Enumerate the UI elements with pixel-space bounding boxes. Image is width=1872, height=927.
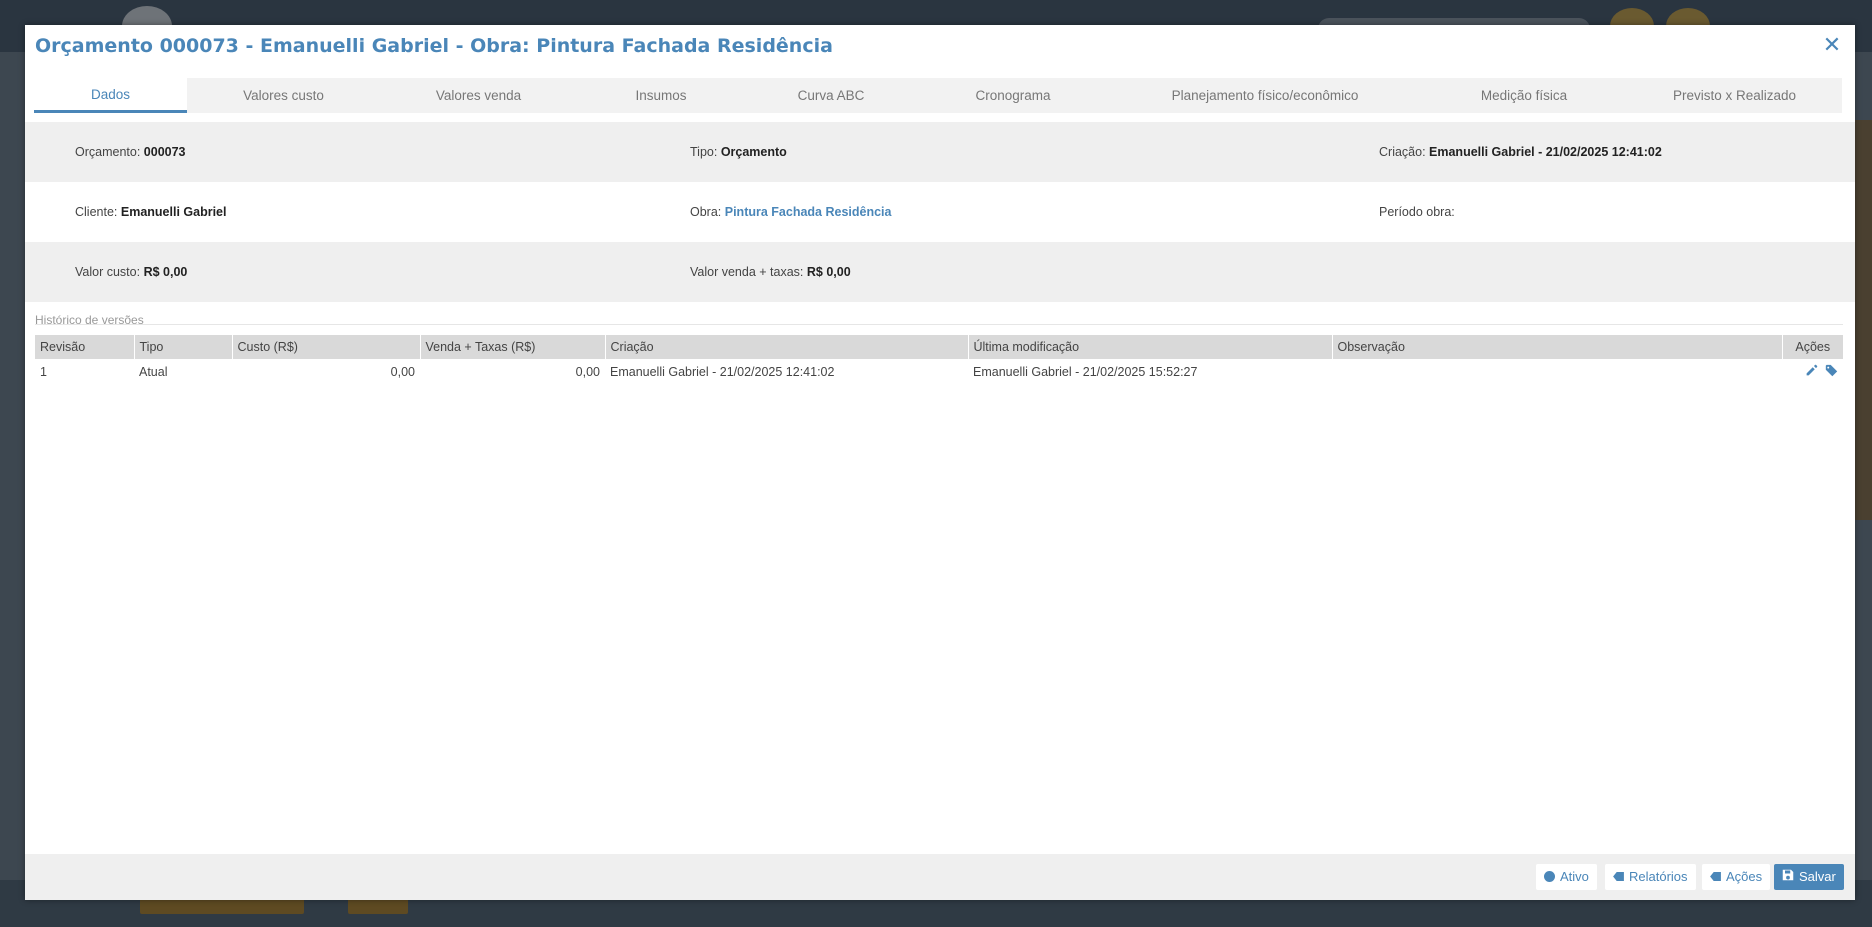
tab-insumos[interactable]: Insumos (577, 78, 745, 113)
circle-icon (1544, 871, 1555, 882)
modal-title: Orçamento 000073 - Emanuelli Gabriel - O… (35, 35, 833, 57)
column-header-custo[interactable]: Custo (R$) (232, 335, 421, 359)
info-label: Período obra: (1379, 205, 1455, 219)
close-icon[interactable]: ✕ (1821, 34, 1843, 56)
column-header-criacao[interactable]: Criação (605, 335, 969, 359)
info-row: Cliente: Emanuelli Gabriel Obra: Pintura… (25, 182, 1855, 242)
modal-header: Orçamento 000073 - Emanuelli Gabriel - O… (25, 25, 1855, 67)
tag-icon[interactable] (1825, 364, 1838, 380)
info-valor-custo: Valor custo: R$ 0,00 (75, 242, 187, 302)
column-header-ultima-modificacao[interactable]: Última modificação (968, 335, 1333, 359)
history-table: Revisão Tipo Custo (R$) Venda + Taxas (R… (35, 335, 1843, 385)
save-button[interactable]: Salvar (1774, 864, 1844, 890)
info-value: Orçamento (720, 145, 787, 159)
pencil-icon[interactable] (1805, 364, 1818, 380)
info-label: Orçamento: (75, 145, 141, 159)
tab-bar: Dados Valores custo Valores venda Insumo… (34, 78, 1842, 113)
tab-cronograma[interactable]: Cronograma (917, 78, 1109, 113)
background-side-strip (1852, 120, 1872, 520)
info-label: Valor custo: (75, 265, 141, 279)
info-panel: Orçamento: 000073 Tipo: Orçamento Criaçã… (25, 122, 1855, 302)
cell-acoes (1782, 359, 1843, 385)
column-header-venda[interactable]: Venda + Taxas (R$) (420, 335, 606, 359)
info-value: R$ 0,00 (806, 265, 851, 279)
table-row: 1 Atual 0,00 0,00 Emanuelli Gabriel - 21… (35, 359, 1843, 385)
actions-icon (1710, 864, 1721, 890)
tab-valores-custo[interactable]: Valores custo (187, 78, 380, 113)
save-label: Salvar (1799, 869, 1836, 884)
modal-footer: Ativo Relatórios Ações Salvar (25, 854, 1855, 900)
ativo-button[interactable]: Ativo (1536, 864, 1597, 890)
column-header-observacao[interactable]: Observação (1332, 335, 1783, 359)
info-valor-venda: Valor venda + taxas: R$ 0,00 (690, 242, 851, 302)
info-row: Valor custo: R$ 0,00 Valor venda + taxas… (25, 242, 1855, 302)
save-icon (1782, 864, 1794, 890)
table-header-row: Revisão Tipo Custo (R$) Venda + Taxas (R… (35, 335, 1843, 359)
info-orcamento: Orçamento: 000073 (75, 122, 186, 182)
cell-criacao: Emanuelli Gabriel - 21/02/2025 12:41:02 (610, 365, 835, 379)
info-label: Valor venda + taxas: (690, 265, 804, 279)
cell-revisao: 1 (40, 365, 47, 379)
divider (35, 324, 1843, 325)
cell-tipo: Atual (139, 365, 168, 379)
budget-modal: Orçamento 000073 - Emanuelli Gabriel - O… (25, 25, 1855, 900)
info-value: Emanuelli Gabriel - 21/02/2025 12:41:02 (1429, 145, 1662, 159)
acoes-label: Ações (1726, 869, 1763, 884)
obra-link[interactable]: Pintura Fachada Residência (725, 205, 892, 219)
tab-previsto-realizado[interactable]: Previsto x Realizado (1627, 78, 1842, 113)
ativo-label: Ativo (1560, 869, 1589, 884)
relatorios-button[interactable]: Relatórios (1605, 864, 1696, 890)
relatorios-label: Relatórios (1629, 869, 1688, 884)
cell-observacao (1332, 359, 1782, 385)
info-label: Obra: (690, 205, 722, 219)
tab-valores-venda[interactable]: Valores venda (380, 78, 577, 113)
info-row: Orçamento: 000073 Tipo: Orçamento Criaçã… (25, 122, 1855, 182)
tab-curva-abc[interactable]: Curva ABC (745, 78, 917, 113)
cell-venda: 0,00 (575, 365, 600, 379)
column-header-tipo[interactable]: Tipo (134, 335, 233, 359)
info-obra: Obra: Pintura Fachada Residência (690, 182, 891, 242)
info-label: Tipo: (690, 145, 718, 159)
info-value: R$ 0,00 (143, 265, 188, 279)
info-value: Emanuelli Gabriel (120, 205, 227, 219)
tab-planejamento[interactable]: Planejamento físico/econômico (1109, 78, 1421, 113)
report-icon (1613, 864, 1624, 890)
column-header-revisao[interactable]: Revisão (35, 335, 135, 359)
tab-medicao-fisica[interactable]: Medição física (1421, 78, 1627, 113)
info-periodo: Período obra: (1379, 182, 1455, 242)
tab-dados[interactable]: Dados (34, 78, 187, 113)
column-header-acoes: Ações (1782, 335, 1843, 359)
info-value: 000073 (143, 145, 186, 159)
info-cliente: Cliente: Emanuelli Gabriel (75, 182, 226, 242)
info-tipo: Tipo: Orçamento (690, 122, 787, 182)
info-criacao: Criação: Emanuelli Gabriel - 21/02/2025 … (1379, 122, 1662, 182)
acoes-button[interactable]: Ações (1702, 864, 1771, 890)
cell-ultima-modificacao: Emanuelli Gabriel - 21/02/2025 15:52:27 (973, 365, 1198, 379)
info-label: Criação: (1379, 145, 1426, 159)
info-label: Cliente: (75, 205, 118, 219)
cell-custo: 0,00 (390, 365, 415, 379)
